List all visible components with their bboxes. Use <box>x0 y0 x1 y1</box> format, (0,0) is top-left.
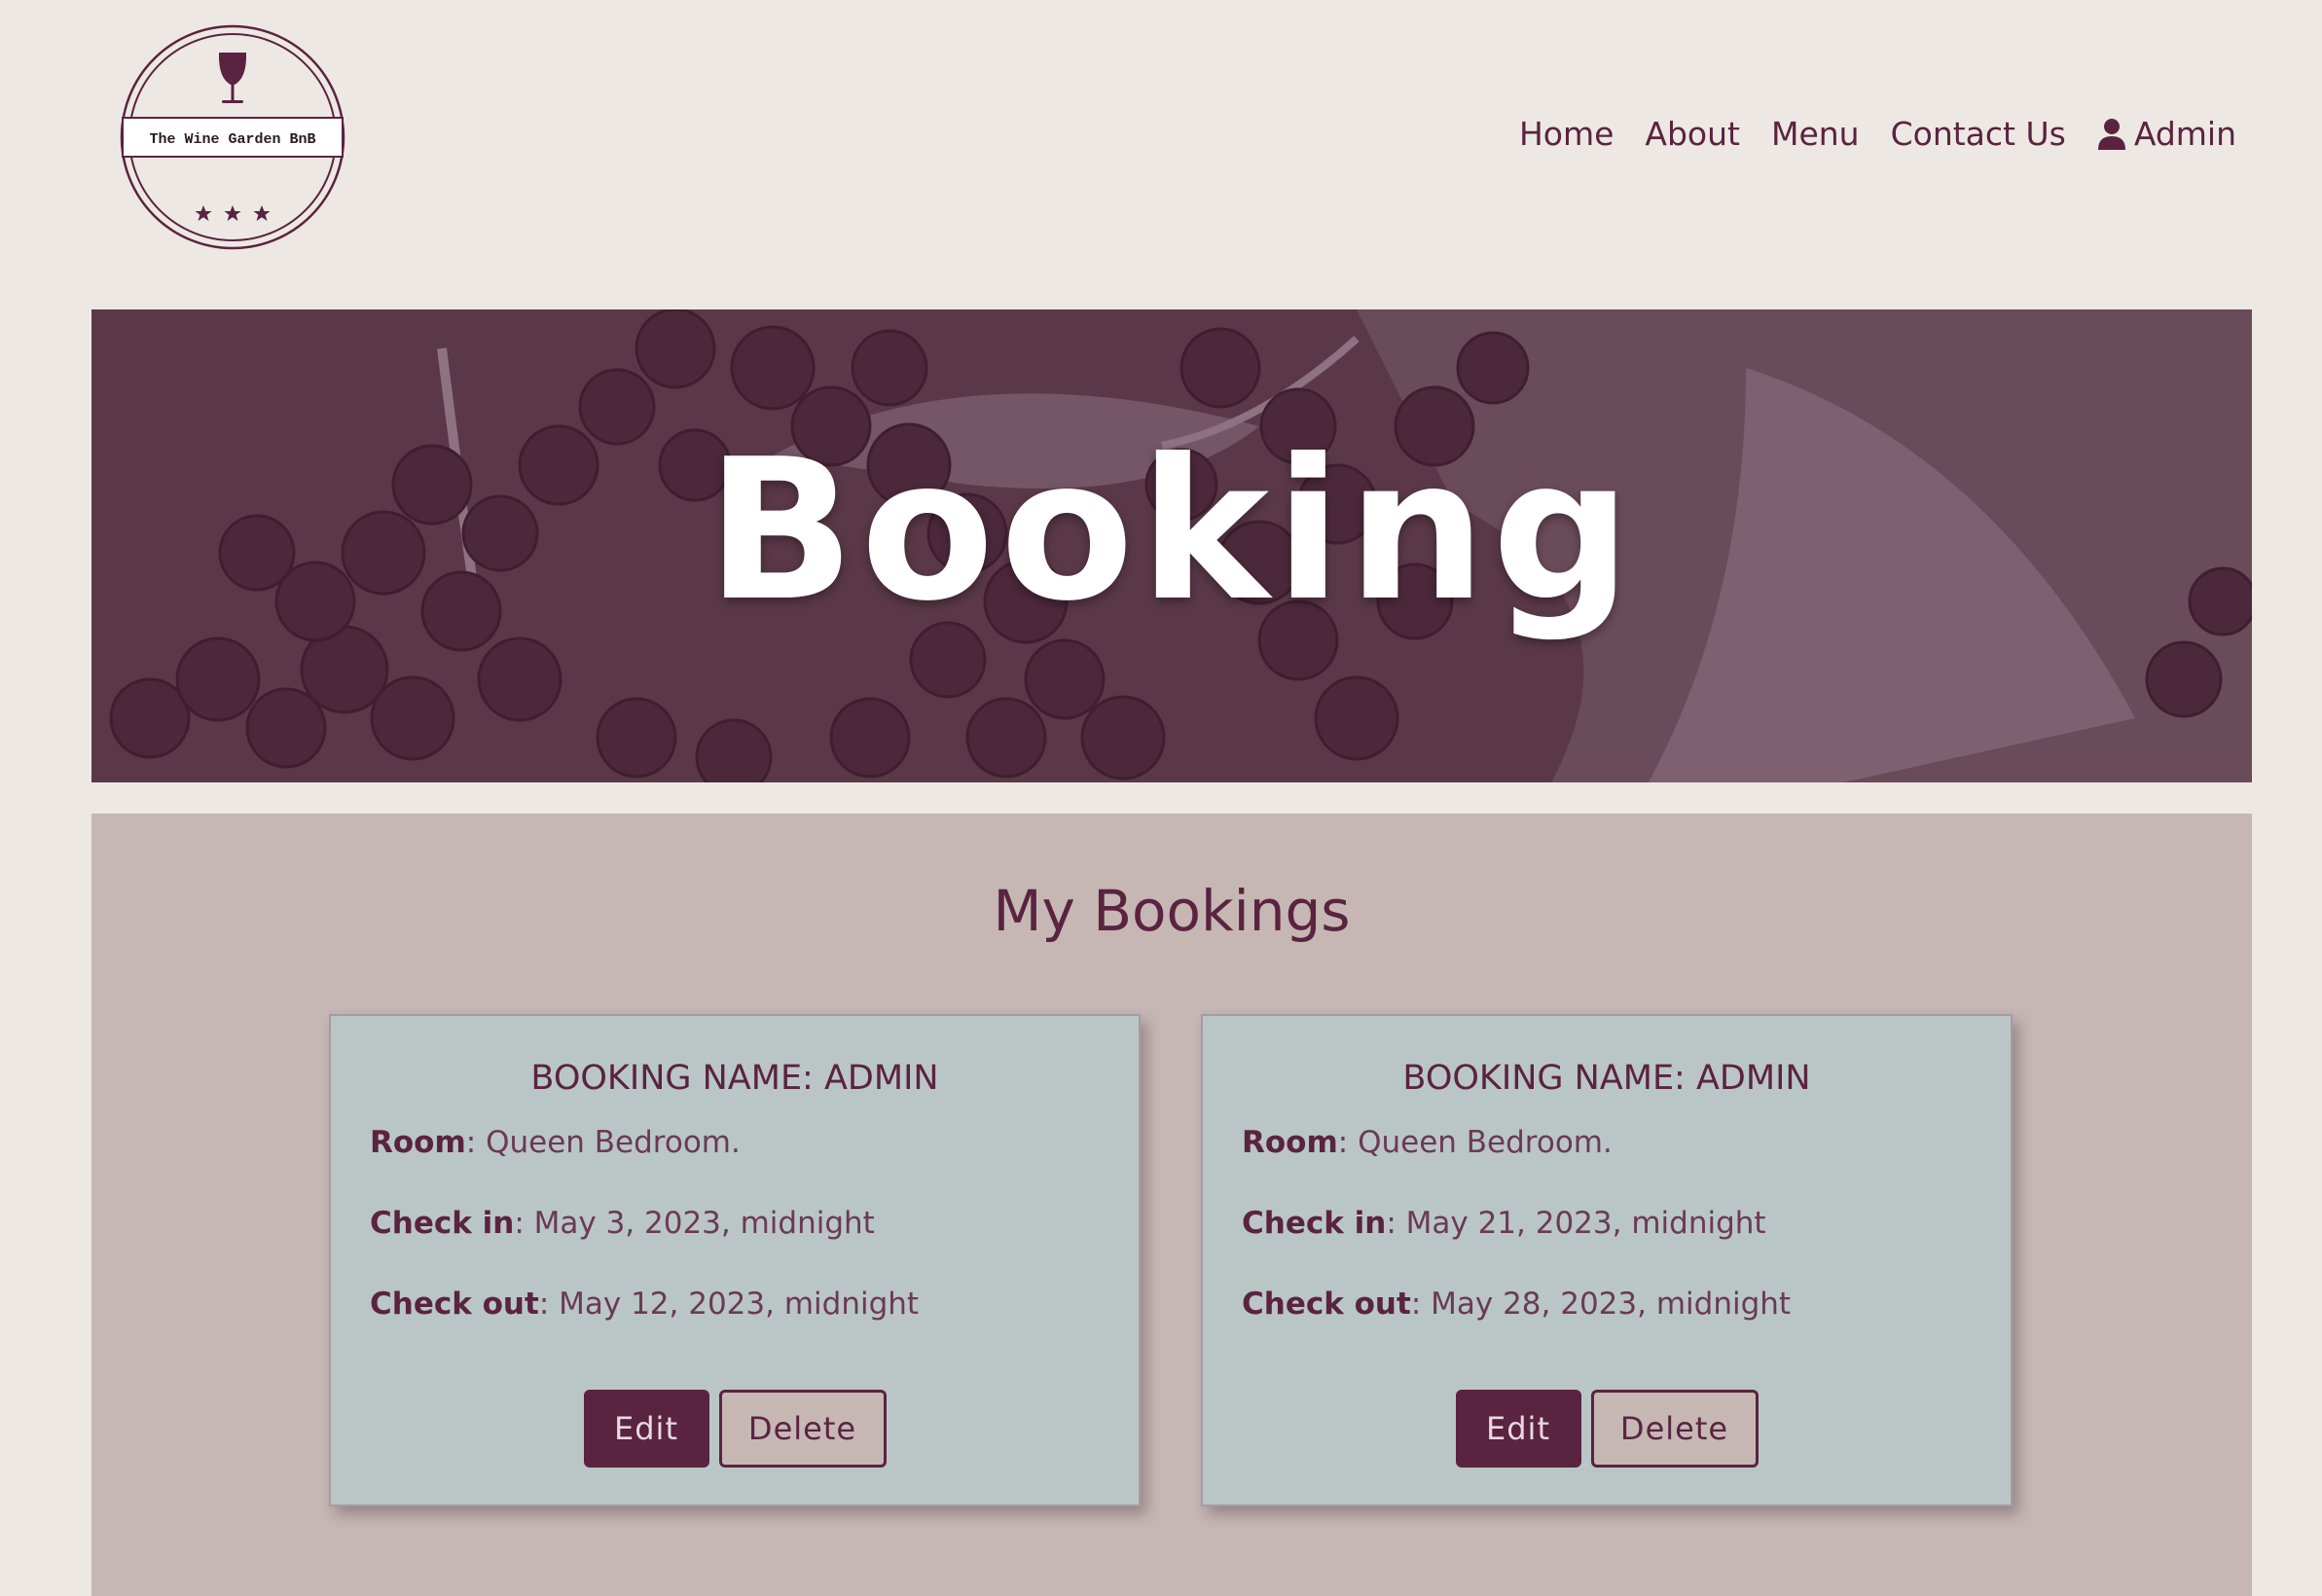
delete-button[interactable]: Delete <box>718 1390 887 1468</box>
checkin-label: Check in <box>370 1206 515 1241</box>
booking-card-title: BOOKING NAME: ADMIN <box>530 1059 939 1098</box>
section-title: My Bookings <box>993 878 1351 944</box>
checkin-label: Check in <box>1242 1206 1387 1241</box>
booking-checkout: Check out: May 28, 2023, midnight <box>1242 1287 2011 1322</box>
booking-actions: Edit Delete <box>1203 1390 2011 1468</box>
user-icon <box>2097 118 2125 150</box>
bookings-section: My Bookings BOOKING NAME: ADMIN Room: Qu… <box>91 814 2252 1596</box>
room-label: Room <box>1242 1125 1338 1160</box>
booking-checkin: Check in: May 21, 2023, midnight <box>1242 1206 2011 1241</box>
booking-actions: Edit Delete <box>331 1390 1139 1468</box>
booking-card-title: BOOKING NAME: ADMIN <box>1402 1059 1811 1098</box>
edit-button[interactable]: Edit <box>583 1390 709 1468</box>
site-logo[interactable]: The Wine Garden BnB <box>119 23 346 251</box>
checkin-value: : May 21, 2023, midnight <box>1386 1206 1766 1241</box>
booking-checkout: Check out: May 12, 2023, midnight <box>370 1287 1139 1322</box>
hero-banner: Booking <box>91 309 2252 782</box>
checkout-label: Check out <box>370 1287 539 1322</box>
nav-admin-label: Admin <box>2133 115 2236 153</box>
stars-icon <box>195 205 271 221</box>
booking-checkin: Check in: May 3, 2023, midnight <box>370 1206 1139 1241</box>
logo-badge: The Wine Garden BnB <box>120 24 345 250</box>
logo-text: The Wine Garden BnB <box>149 131 315 148</box>
nav-menu[interactable]: Menu <box>1771 115 1860 153</box>
booking-room: Room: Queen Bedroom. <box>370 1125 1139 1160</box>
wine-glass-icon <box>218 53 247 103</box>
nav-home[interactable]: Home <box>1519 115 1614 153</box>
booking-room: Room: Queen Bedroom. <box>1242 1125 2011 1160</box>
nav-admin[interactable]: Admin <box>2097 115 2236 153</box>
checkout-value: : May 28, 2023, midnight <box>1410 1287 1792 1322</box>
room-label: Room <box>370 1125 466 1160</box>
booking-card: BOOKING NAME: ADMIN Room: Queen Bedroom.… <box>1201 1014 2013 1506</box>
edit-button[interactable]: Edit <box>1455 1390 1581 1468</box>
delete-button[interactable]: Delete <box>1590 1390 1759 1468</box>
main-nav: Home About Menu Contact Us Admin <box>1519 115 2236 153</box>
checkin-value: : May 3, 2023, midnight <box>514 1206 875 1241</box>
nav-contact-us[interactable]: Contact Us <box>1891 115 2066 153</box>
room-value: : Queen Bedroom. <box>1337 1125 1613 1160</box>
checkout-value: : May 12, 2023, midnight <box>538 1287 920 1322</box>
nav-about[interactable]: About <box>1645 115 1740 153</box>
room-value: : Queen Bedroom. <box>465 1125 741 1160</box>
booking-card: BOOKING NAME: ADMIN Room: Queen Bedroom.… <box>329 1014 1141 1506</box>
hero-title: Booking <box>706 417 1638 644</box>
checkout-label: Check out <box>1242 1287 1411 1322</box>
